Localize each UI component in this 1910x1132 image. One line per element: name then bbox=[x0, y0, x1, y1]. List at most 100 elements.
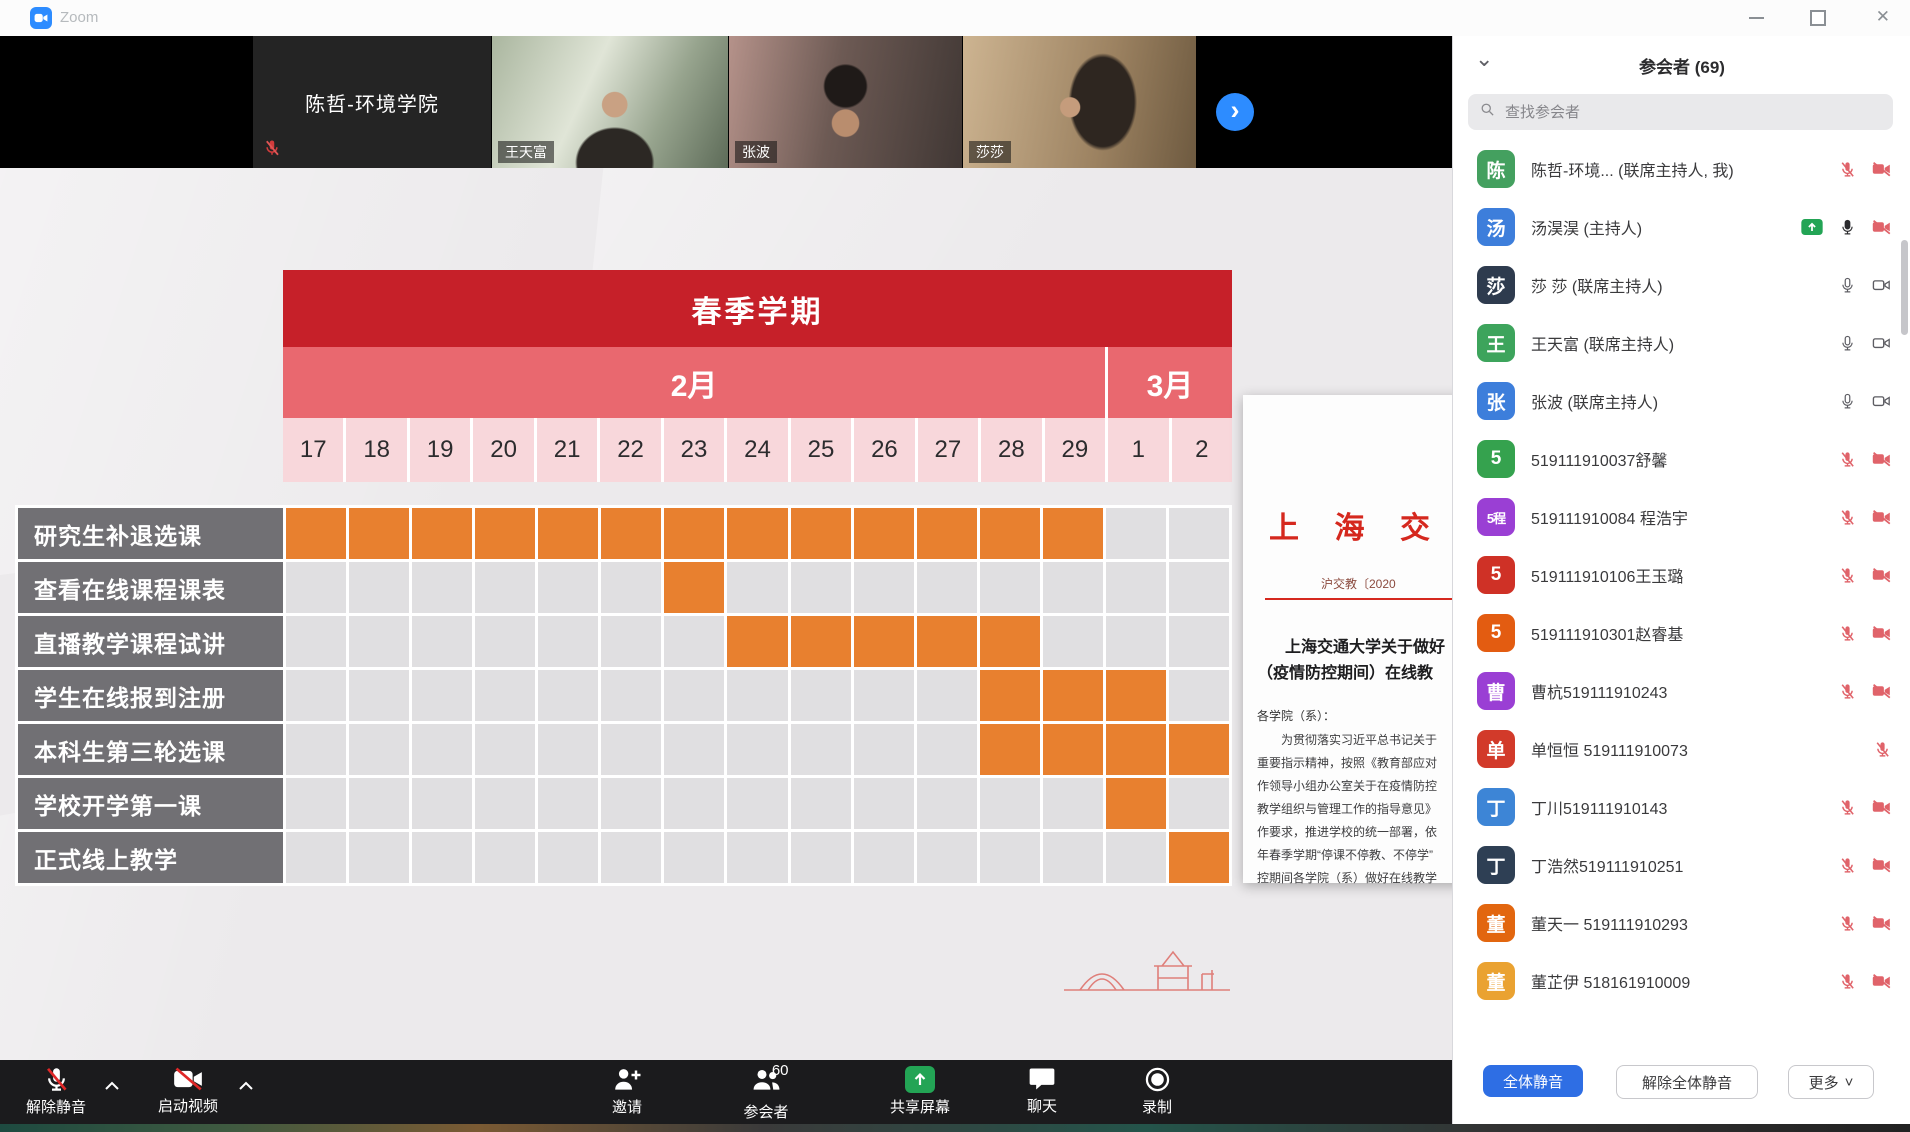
camera-off-icon bbox=[1872, 161, 1891, 177]
gantt-empty-cell bbox=[791, 832, 851, 883]
gantt-empty-cell bbox=[349, 724, 409, 775]
avatar: 陈 bbox=[1477, 150, 1515, 188]
invite-button[interactable]: 邀请 bbox=[592, 1066, 662, 1117]
participant-status-icons bbox=[1839, 277, 1891, 294]
gantt-body-grid: 研究生补退选课查看在线课程课表直播教学课程试讲学生在线报到注册本科生第三轮选课学… bbox=[15, 505, 1232, 886]
video-tile-named[interactable]: 陈哲-环境学院 bbox=[253, 36, 491, 168]
participant-row[interactable]: 张张波 (联席主持人) bbox=[1453, 372, 1910, 430]
participant-row[interactable]: 汤汤淏淏 (主持人) bbox=[1453, 198, 1910, 256]
scrollbar-thumb[interactable] bbox=[1901, 240, 1908, 335]
gantt-empty-cell bbox=[349, 778, 409, 829]
gantt-active-cell bbox=[1043, 508, 1103, 559]
video-tile[interactable]: 王天富 bbox=[492, 36, 728, 168]
participant-name: 莎 莎 (联席主持人) bbox=[1531, 273, 1831, 297]
chat-bubble-icon bbox=[1028, 1066, 1056, 1092]
gantt-empty-cell bbox=[1169, 616, 1229, 667]
start-video-button[interactable]: 启动视频 bbox=[142, 1066, 234, 1116]
chat-button[interactable]: 聊天 bbox=[1012, 1066, 1072, 1116]
gantt-empty-cell bbox=[601, 724, 661, 775]
participant-row[interactable]: 5519111910301赵睿基 bbox=[1453, 604, 1910, 662]
close-button[interactable]: ✕ bbox=[1876, 7, 1890, 27]
avatar: 张 bbox=[1477, 382, 1515, 420]
camera-icon bbox=[1872, 393, 1891, 409]
unmute-all-button[interactable]: 解除全体静音 bbox=[1616, 1065, 1758, 1099]
gantt-empty-cell bbox=[475, 832, 535, 883]
gantt-empty-cell bbox=[1043, 832, 1103, 883]
participant-row[interactable]: 董董天一 519111910293 bbox=[1453, 894, 1910, 952]
video-tile[interactable]: 莎莎 bbox=[963, 36, 1196, 168]
search-input[interactable] bbox=[1503, 103, 1807, 122]
mute-all-button[interactable]: 全体静音 bbox=[1483, 1065, 1583, 1097]
invite-person-icon bbox=[612, 1066, 642, 1093]
gantt-empty-cell bbox=[412, 832, 472, 883]
participant-search-box[interactable] bbox=[1468, 94, 1893, 130]
minimize-button[interactable] bbox=[1749, 17, 1764, 19]
avatar: 王 bbox=[1477, 324, 1515, 362]
gantt-empty-cell bbox=[601, 562, 661, 613]
gantt-active-cell bbox=[286, 508, 346, 559]
mic-muted-icon bbox=[1839, 509, 1856, 526]
video-options-chevron[interactable] bbox=[238, 1078, 254, 1096]
gantt-active-cell bbox=[1106, 670, 1166, 721]
gantt-empty-cell bbox=[349, 832, 409, 883]
camera-off-icon bbox=[1872, 451, 1891, 467]
participants-button[interactable]: 60 参会者 bbox=[726, 1066, 806, 1122]
gantt-empty-cell bbox=[538, 778, 598, 829]
participant-row[interactable]: 丁丁川519111910143 bbox=[1453, 778, 1910, 836]
search-icon bbox=[1480, 102, 1495, 122]
participant-row[interactable]: 丁丁浩然519111910251 bbox=[1453, 836, 1910, 894]
gantt-month-cell: 2月 bbox=[283, 347, 1105, 418]
participant-row[interactable]: 5程519111910084 程浩宇 bbox=[1453, 488, 1910, 546]
camera-icon bbox=[1872, 335, 1891, 351]
participant-row[interactable]: 陈陈哲-环境... (联席主持人, 我) bbox=[1453, 140, 1910, 198]
unmute-button[interactable]: 解除静音 bbox=[10, 1066, 102, 1117]
participant-status-icons bbox=[1839, 567, 1891, 584]
mic-icon bbox=[1839, 277, 1856, 294]
gantt-active-cell bbox=[791, 508, 851, 559]
gantt-empty-cell bbox=[727, 724, 787, 775]
gantt-empty-cell bbox=[412, 562, 472, 613]
gantt-date-cell: 19 bbox=[410, 418, 470, 482]
participant-status-icons bbox=[1839, 799, 1891, 816]
participant-name: 曹杭519111910243 bbox=[1531, 679, 1831, 703]
gantt-empty-cell bbox=[917, 778, 977, 829]
gantt-active-cell bbox=[538, 508, 598, 559]
mic-muted-icon bbox=[1839, 857, 1856, 874]
participant-row[interactable]: 王王天富 (联席主持人) bbox=[1453, 314, 1910, 372]
official-document-preview: 上 海 交 沪交教〔2020 上海交通大学关于做好 （疫情防控期间）在线教 各学… bbox=[1243, 395, 1452, 883]
participant-name: 丁川519111910143 bbox=[1531, 795, 1831, 819]
gantt-active-cell bbox=[980, 508, 1040, 559]
mic-options-chevron[interactable] bbox=[104, 1078, 120, 1096]
gantt-empty-cell bbox=[412, 778, 472, 829]
screen-sharing-icon bbox=[1801, 219, 1823, 235]
video-strip: 陈哲-环境学院 王天富 张波 莎莎 › bbox=[0, 36, 1452, 168]
mic-muted-icon bbox=[43, 1066, 70, 1093]
participant-row[interactable]: 5519111910037舒馨 bbox=[1453, 430, 1910, 488]
record-button[interactable]: 录制 bbox=[1126, 1066, 1188, 1117]
next-videos-button[interactable]: › bbox=[1216, 93, 1254, 131]
participant-row[interactable]: 曹曹杭519111910243 bbox=[1453, 662, 1910, 720]
mic-muted-icon bbox=[1839, 915, 1856, 932]
gantt-empty-cell bbox=[1106, 562, 1166, 613]
maximize-button[interactable] bbox=[1810, 10, 1826, 26]
gantt-active-cell bbox=[475, 508, 535, 559]
participant-row[interactable]: 单单恒恒 519111910073 bbox=[1453, 720, 1910, 778]
gantt-empty-cell bbox=[475, 562, 535, 613]
avatar: 董 bbox=[1477, 962, 1515, 1000]
camera-off-icon bbox=[1872, 509, 1891, 525]
participant-name: 519111910037舒馨 bbox=[1531, 447, 1831, 471]
avatar: 董 bbox=[1477, 904, 1515, 942]
participant-row[interactable]: 5519111910106王玉璐 bbox=[1453, 546, 1910, 604]
gantt-date-cell: 1 bbox=[1108, 418, 1168, 482]
participant-status-icons bbox=[1839, 161, 1891, 178]
share-screen-button[interactable]: 共享屏幕 bbox=[874, 1066, 966, 1117]
more-button[interactable]: 更多 ˅ bbox=[1788, 1065, 1874, 1099]
video-tile[interactable]: 张波 bbox=[729, 36, 962, 168]
participant-name: 519111910084 程浩宇 bbox=[1531, 505, 1831, 529]
gantt-date-cell: 28 bbox=[981, 418, 1041, 482]
participant-row[interactable]: 莎莎 莎 (联席主持人) bbox=[1453, 256, 1910, 314]
gantt-empty-cell bbox=[1043, 778, 1103, 829]
participant-row[interactable]: 董董芷伊 518161910009 bbox=[1453, 952, 1910, 1010]
gantt-empty-cell bbox=[664, 724, 724, 775]
doc-body-line: 为贯彻落实习近平总书记关于 bbox=[1257, 729, 1452, 752]
